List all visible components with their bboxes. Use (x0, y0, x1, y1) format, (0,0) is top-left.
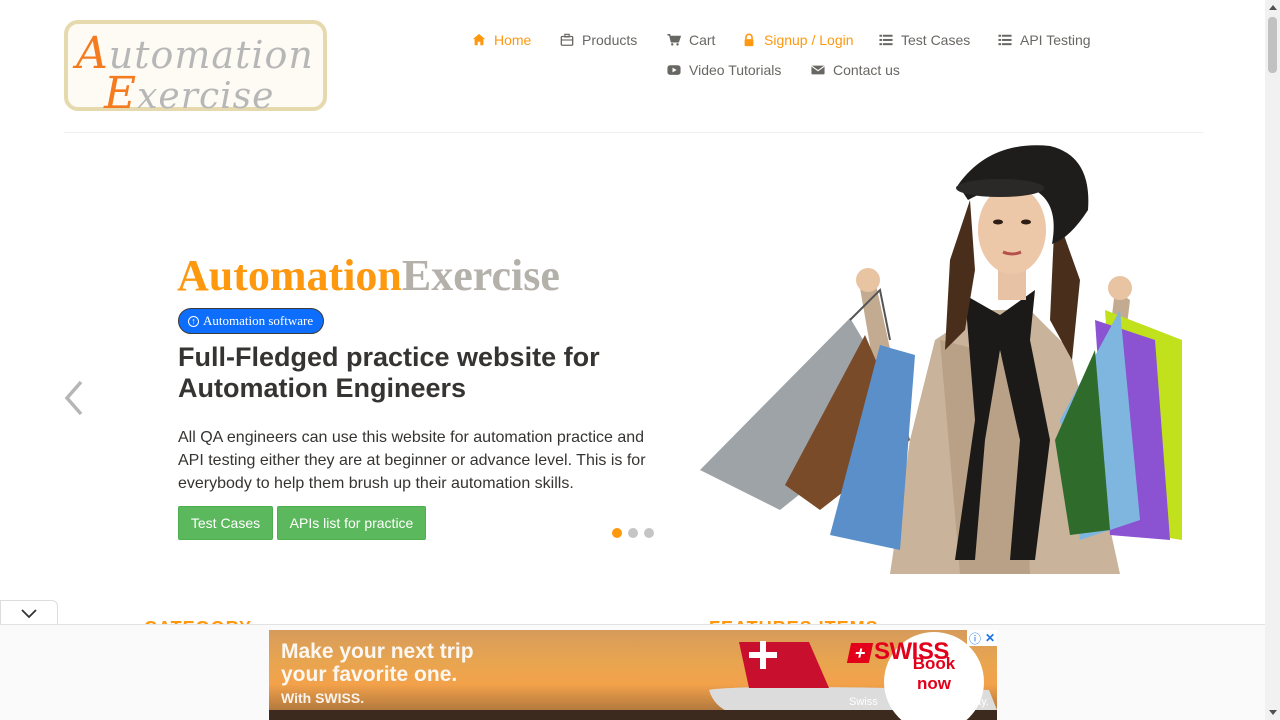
scrollbar-thumb[interactable] (1268, 17, 1277, 73)
slider-indicators (612, 528, 654, 538)
youtube-icon (667, 63, 681, 77)
ad-tagline: Swiss all the way. (849, 696, 989, 708)
logo-line-2: Exercise (104, 68, 275, 119)
slider-dot-1[interactable] (612, 528, 622, 538)
site-logo[interactable]: Automation Exercise (64, 20, 327, 119)
cart-icon (667, 33, 681, 47)
close-icon[interactable]: ✕ (985, 631, 995, 645)
ad-controls[interactable]: ⓘ ✕ (967, 630, 997, 646)
chevron-down-icon (21, 608, 37, 618)
swiss-logo: + SWISS (846, 638, 949, 666)
nav-contact-us[interactable]: Contact us (811, 62, 900, 78)
list-icon (879, 33, 893, 47)
envelope-icon (811, 63, 825, 77)
header-divider (64, 132, 1204, 133)
nav-test-cases[interactable]: Test Cases (879, 32, 970, 48)
products-icon (560, 33, 574, 47)
hero-description: All QA engineers can use this website fo… (178, 429, 646, 492)
lock-icon (742, 33, 756, 47)
ad-headline: Make your next trip your favorite one. (281, 640, 474, 686)
arrow-circle-icon: ↑ (188, 315, 199, 327)
nav-signup-login[interactable]: Signup / Login (742, 32, 854, 48)
scroll-down-arrow[interactable] (1265, 705, 1280, 720)
hero-title: Full-Fledged practice website for Automa… (178, 342, 600, 403)
vertical-scrollbar[interactable] (1265, 0, 1280, 720)
chevron-left-icon (64, 380, 83, 416)
scroll-up-arrow[interactable] (1265, 0, 1280, 15)
apis-list-button[interactable]: APIs list for practice (277, 506, 426, 540)
nav-video-tutorials[interactable]: Video Tutorials (667, 62, 781, 78)
home-icon (472, 33, 486, 47)
ad-info-icon[interactable]: ⓘ (969, 630, 981, 647)
list-icon (998, 33, 1012, 47)
test-cases-button[interactable]: Test Cases (178, 506, 273, 540)
swiss-flag-icon: + (846, 643, 874, 663)
nav-api-testing[interactable]: API Testing (998, 32, 1091, 48)
hero-brand: AutomationExercise (177, 251, 560, 300)
slider-dot-2[interactable] (628, 528, 638, 538)
ad-collapse-button[interactable] (0, 600, 58, 626)
slider-prev-button[interactable] (62, 378, 86, 418)
ad-subline: With SWISS. (281, 690, 365, 706)
hero-girl-image (700, 145, 1182, 574)
automation-software-badge[interactable]: ↑ Automation software (178, 308, 325, 334)
nav-products[interactable]: Products (560, 32, 637, 48)
nav-home[interactable]: Home (472, 32, 531, 48)
nav-cart[interactable]: Cart (667, 32, 715, 48)
slider-dot-3[interactable] (644, 528, 654, 538)
chevron-right-icon (1183, 380, 1202, 416)
swiss-ad-banner[interactable]: Make your next trip your favorite one. Wi… (269, 630, 997, 720)
slider-next-button[interactable] (1180, 378, 1204, 418)
